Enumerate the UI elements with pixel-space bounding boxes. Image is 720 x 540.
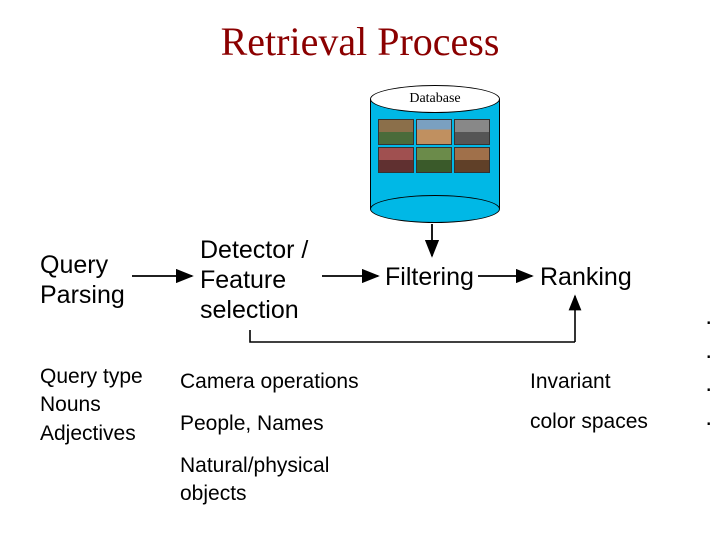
slide-title: Retrieval Process bbox=[0, 18, 720, 65]
db-thumb bbox=[454, 119, 490, 145]
feature-natural: Natural/physical objects bbox=[180, 452, 329, 509]
db-thumb bbox=[416, 147, 452, 173]
database-cylinder: Database bbox=[370, 85, 500, 220]
node-query-parsing: Query Parsing bbox=[40, 250, 125, 310]
feature-camera: Camera operations bbox=[180, 368, 359, 396]
ellipsis-dots: .... bbox=[705, 300, 712, 434]
database-label: Database bbox=[370, 85, 500, 113]
db-thumb bbox=[454, 147, 490, 173]
db-thumb bbox=[416, 119, 452, 145]
database-thumbnails bbox=[378, 119, 492, 173]
node-filtering: Filtering bbox=[385, 262, 474, 292]
query-attributes: Query type Nouns Adjectives bbox=[40, 363, 143, 448]
db-thumb bbox=[378, 119, 414, 145]
database-bottom-cap bbox=[370, 195, 500, 223]
node-ranking: Ranking bbox=[540, 262, 632, 292]
ranking-colorspaces: color spaces bbox=[530, 408, 648, 436]
feature-people: People, Names bbox=[180, 410, 324, 438]
db-thumb bbox=[378, 147, 414, 173]
node-detector: Detector / Feature selection bbox=[200, 235, 308, 325]
ranking-invariant: Invariant bbox=[530, 368, 611, 396]
